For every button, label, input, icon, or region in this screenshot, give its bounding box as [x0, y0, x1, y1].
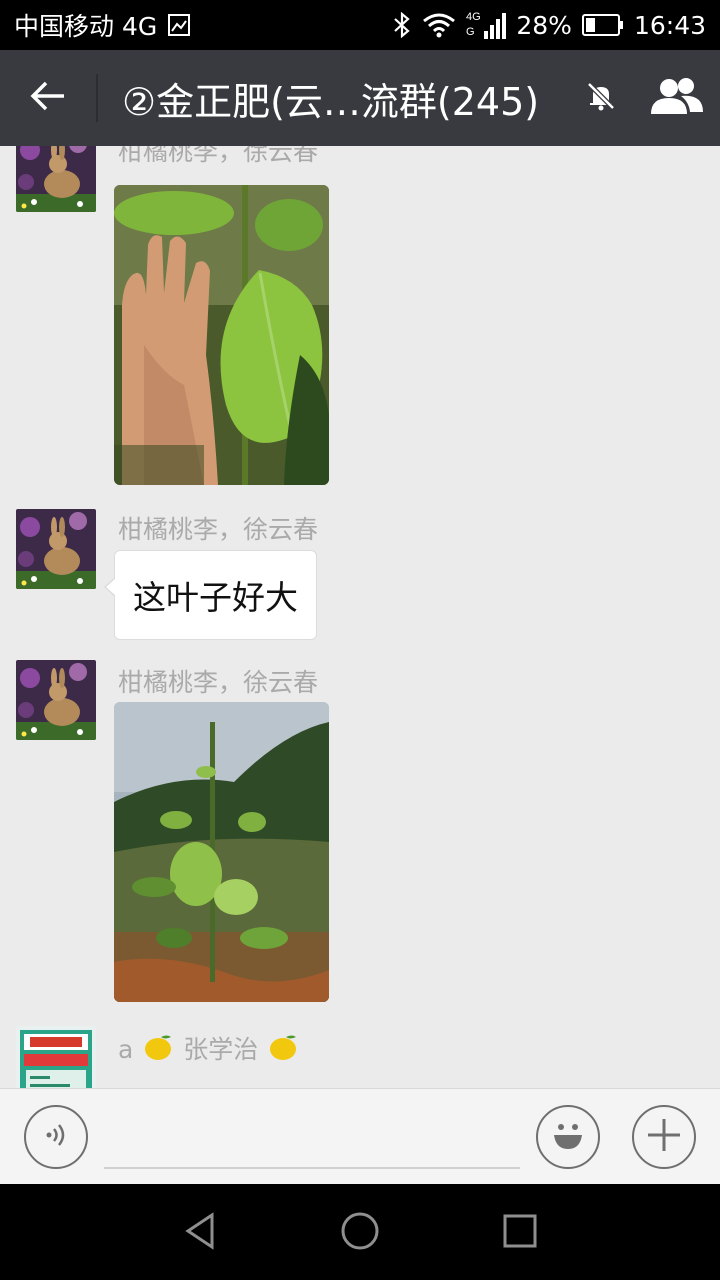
- plus-icon: [644, 1115, 684, 1159]
- avatar[interactable]: [16, 146, 96, 212]
- cellular-signal-icon: 4G G: [466, 9, 507, 41]
- message-input[interactable]: [104, 1167, 520, 1169]
- message-item: 柑橘桃李，徐云春 这叶子好大: [0, 506, 720, 640]
- system-navigation-bar: [0, 1184, 720, 1280]
- voice-icon: [41, 1120, 71, 1154]
- avatar[interactable]: [16, 660, 96, 740]
- image-message[interactable]: [114, 185, 329, 485]
- group-members-icon: [649, 76, 705, 120]
- back-button[interactable]: [0, 50, 96, 146]
- mute-bell-icon: [585, 80, 617, 116]
- battery-icon: [581, 13, 624, 37]
- sender-name: 柑橘桃李，徐云春: [118, 146, 319, 166]
- svg-text:G: G: [466, 26, 475, 38]
- nav-home-button[interactable]: [335, 1208, 385, 1258]
- emoji-button[interactable]: [536, 1105, 600, 1169]
- sender-prefix: a: [118, 1035, 134, 1064]
- message-item: a 张学治: [0, 1026, 720, 1088]
- sender-name-text: 张学治: [183, 1035, 259, 1064]
- mute-indicator: [568, 50, 634, 146]
- image-message[interactable]: [114, 702, 329, 1002]
- emoji-icon: [548, 1115, 588, 1159]
- sender-name: a 张学治: [118, 1030, 300, 1068]
- clock: 16:43: [633, 10, 706, 40]
- chat-title: ②金正肥(云…流群(245): [122, 79, 540, 124]
- lemon-emoji-icon: [268, 1034, 298, 1068]
- sender-name: 柑橘桃李，徐云春: [118, 515, 319, 544]
- back-triangle-icon: [180, 1211, 220, 1255]
- text-message[interactable]: 这叶子好大: [104, 550, 317, 640]
- voice-button[interactable]: [24, 1105, 88, 1169]
- message-item: 柑橘桃李，徐云春: [0, 146, 720, 486]
- young-tree-photo: [114, 702, 329, 1002]
- home-circle-icon: [339, 1210, 381, 1256]
- battery-percent: 28%: [516, 10, 572, 40]
- carrier-label: 中国移动 4G: [14, 12, 158, 41]
- more-functions-button[interactable]: [632, 1105, 696, 1169]
- avatar[interactable]: [16, 1026, 96, 1088]
- chat-header: ②金正肥(云…流群(245): [0, 50, 720, 146]
- nav-back-button[interactable]: [175, 1208, 225, 1258]
- leaf-with-hand-photo: [114, 185, 329, 485]
- input-bar: [0, 1088, 720, 1184]
- message-item: 柑橘桃李，徐云春: [0, 656, 720, 1006]
- gallery-notification-icon: [167, 13, 191, 37]
- group-members-button[interactable]: [634, 50, 720, 146]
- back-arrow-icon: [30, 80, 66, 116]
- avatar[interactable]: [16, 509, 96, 589]
- nav-recents-button[interactable]: [495, 1208, 545, 1258]
- lemon-emoji-icon: [143, 1034, 173, 1068]
- signal-label: 4G: [466, 11, 481, 23]
- chat-message-list[interactable]: 柑橘桃李，徐云春 柑橘桃李，徐云春 这叶子好大 柑橘桃李，徐云春 a 张学治: [0, 146, 720, 1088]
- wifi-icon: [422, 12, 456, 38]
- status-bar: 中国移动 4G 4G G 28% 16:43: [0, 0, 720, 50]
- sender-name: 柑橘桃李，徐云春: [118, 668, 319, 697]
- bluetooth-icon: [392, 12, 412, 38]
- recents-square-icon: [500, 1211, 540, 1255]
